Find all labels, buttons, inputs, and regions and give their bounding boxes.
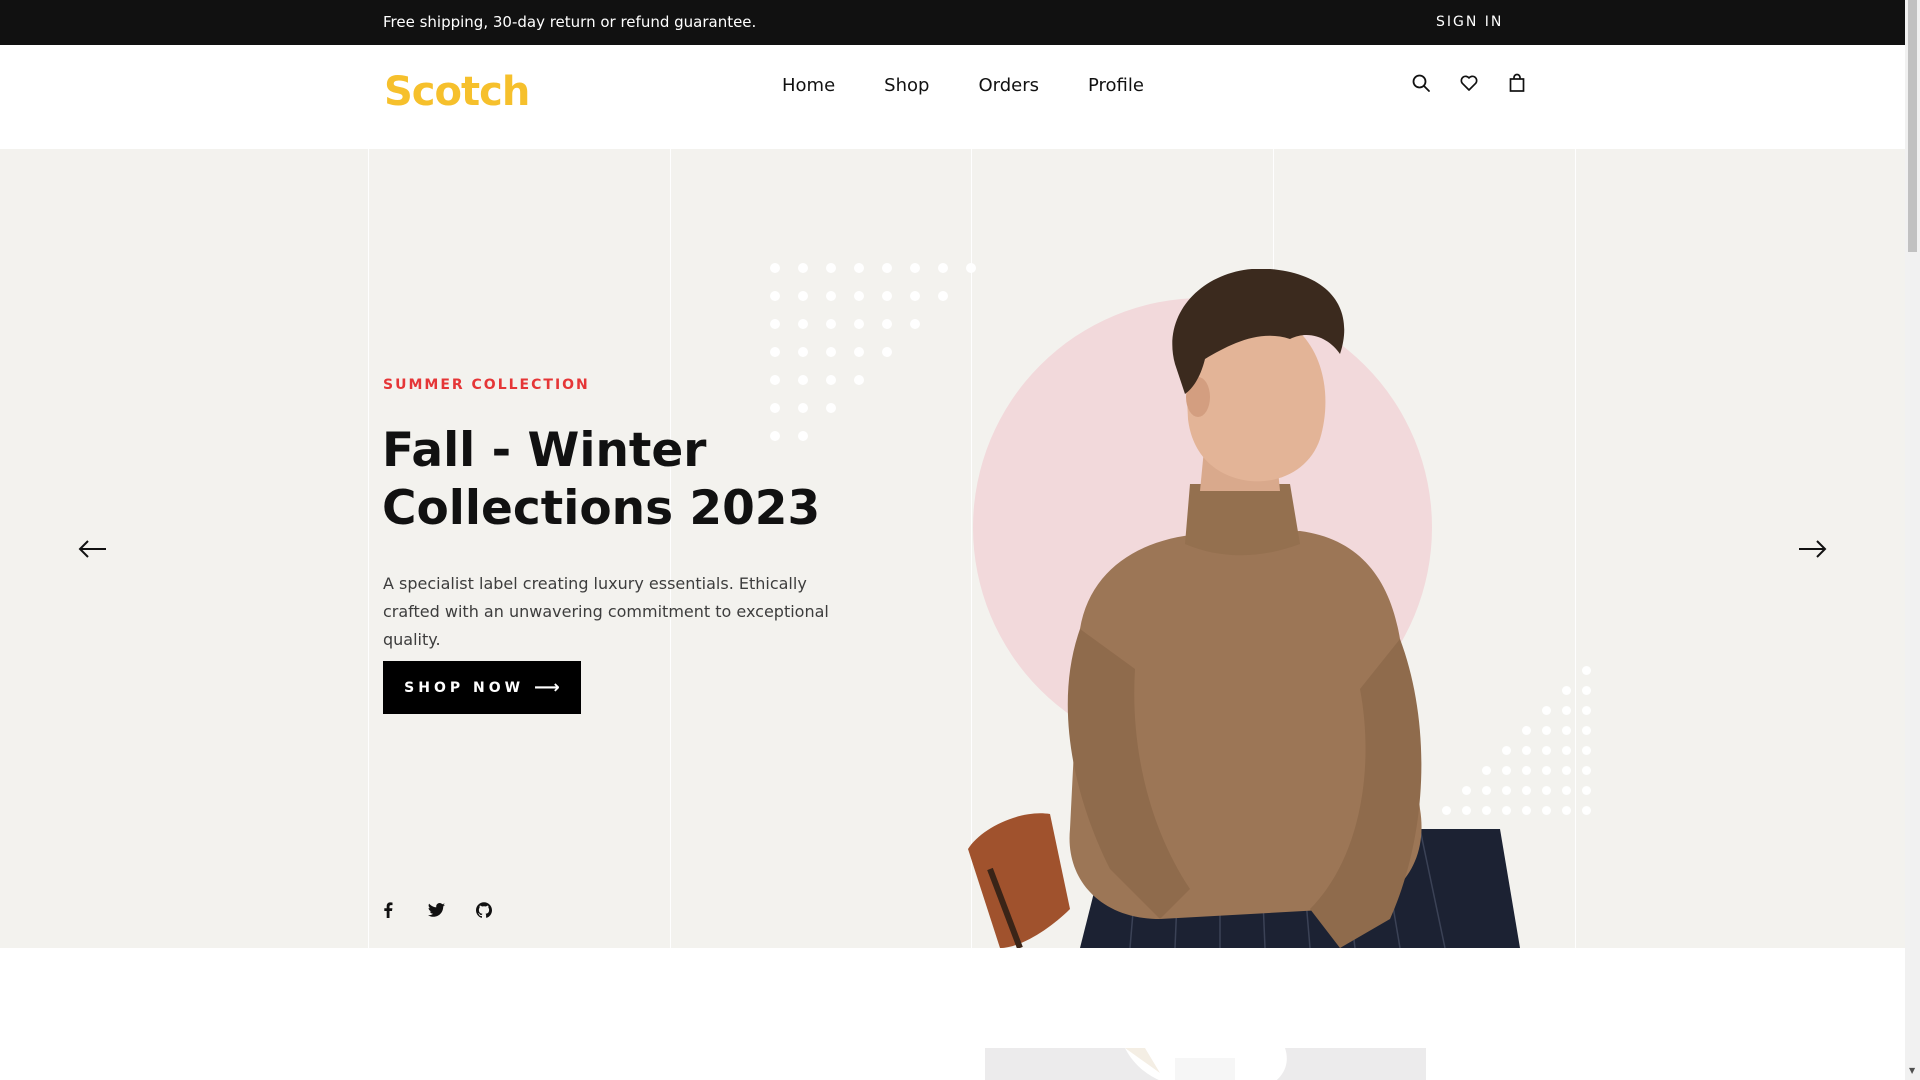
shop-now-button[interactable]: SHOP NOW ⟶ [383, 661, 581, 714]
nav-item-shop[interactable]: Shop [884, 75, 929, 96]
hero-banner: SUMMER COLLECTION Fall - Winter Collecti… [0, 149, 1905, 948]
header-actions [1411, 73, 1529, 95]
heart-icon[interactable] [1459, 73, 1481, 95]
main-nav: Home Shop Orders Profile [782, 75, 1144, 96]
facebook-icon[interactable] [379, 901, 397, 919]
shop-now-label: SHOP NOW [404, 679, 525, 696]
scrollbar-thumb[interactable] [1908, 0, 1917, 252]
prev-slide-button[interactable] [76, 532, 110, 566]
scroll-down-arrow-icon[interactable]: ▼ [1909, 1066, 1915, 1075]
shipping-notice: Free shipping, 30-day return or refund g… [383, 13, 757, 31]
social-links [379, 901, 493, 919]
grid-line [1575, 149, 1576, 948]
featured-image [985, 1048, 1426, 1080]
arrow-left-icon [78, 540, 106, 558]
shopping-bag-icon[interactable] [1507, 73, 1529, 95]
github-icon[interactable] [475, 901, 493, 919]
page-scrollbar[interactable]: ▼ [1905, 0, 1920, 1080]
nav-item-profile[interactable]: Profile [1088, 75, 1144, 96]
arrow-right-icon [1799, 540, 1827, 558]
hero-tagline: SUMMER COLLECTION [383, 377, 590, 393]
twitter-icon[interactable] [427, 901, 445, 919]
search-icon[interactable] [1411, 73, 1433, 95]
nav-item-home[interactable]: Home [782, 75, 835, 96]
site-logo[interactable]: Scotch [384, 69, 530, 115]
grid-line [368, 149, 369, 948]
site-header: Scotch Home Shop Orders Profile [0, 45, 1905, 149]
hero-title: Fall - Winter Collections 2023 [382, 423, 821, 536]
arrow-right-icon: ⟶ [534, 677, 560, 698]
next-slide-button[interactable] [1795, 532, 1829, 566]
nav-item-orders[interactable]: Orders [978, 75, 1039, 96]
sign-in-link[interactable]: SIGN IN [1436, 14, 1503, 30]
grid-line [670, 149, 671, 948]
announcement-bar: Free shipping, 30-day return or refund g… [0, 0, 1905, 45]
hero-description: A specialist label creating luxury essen… [383, 574, 829, 649]
model-image [968, 269, 1520, 948]
